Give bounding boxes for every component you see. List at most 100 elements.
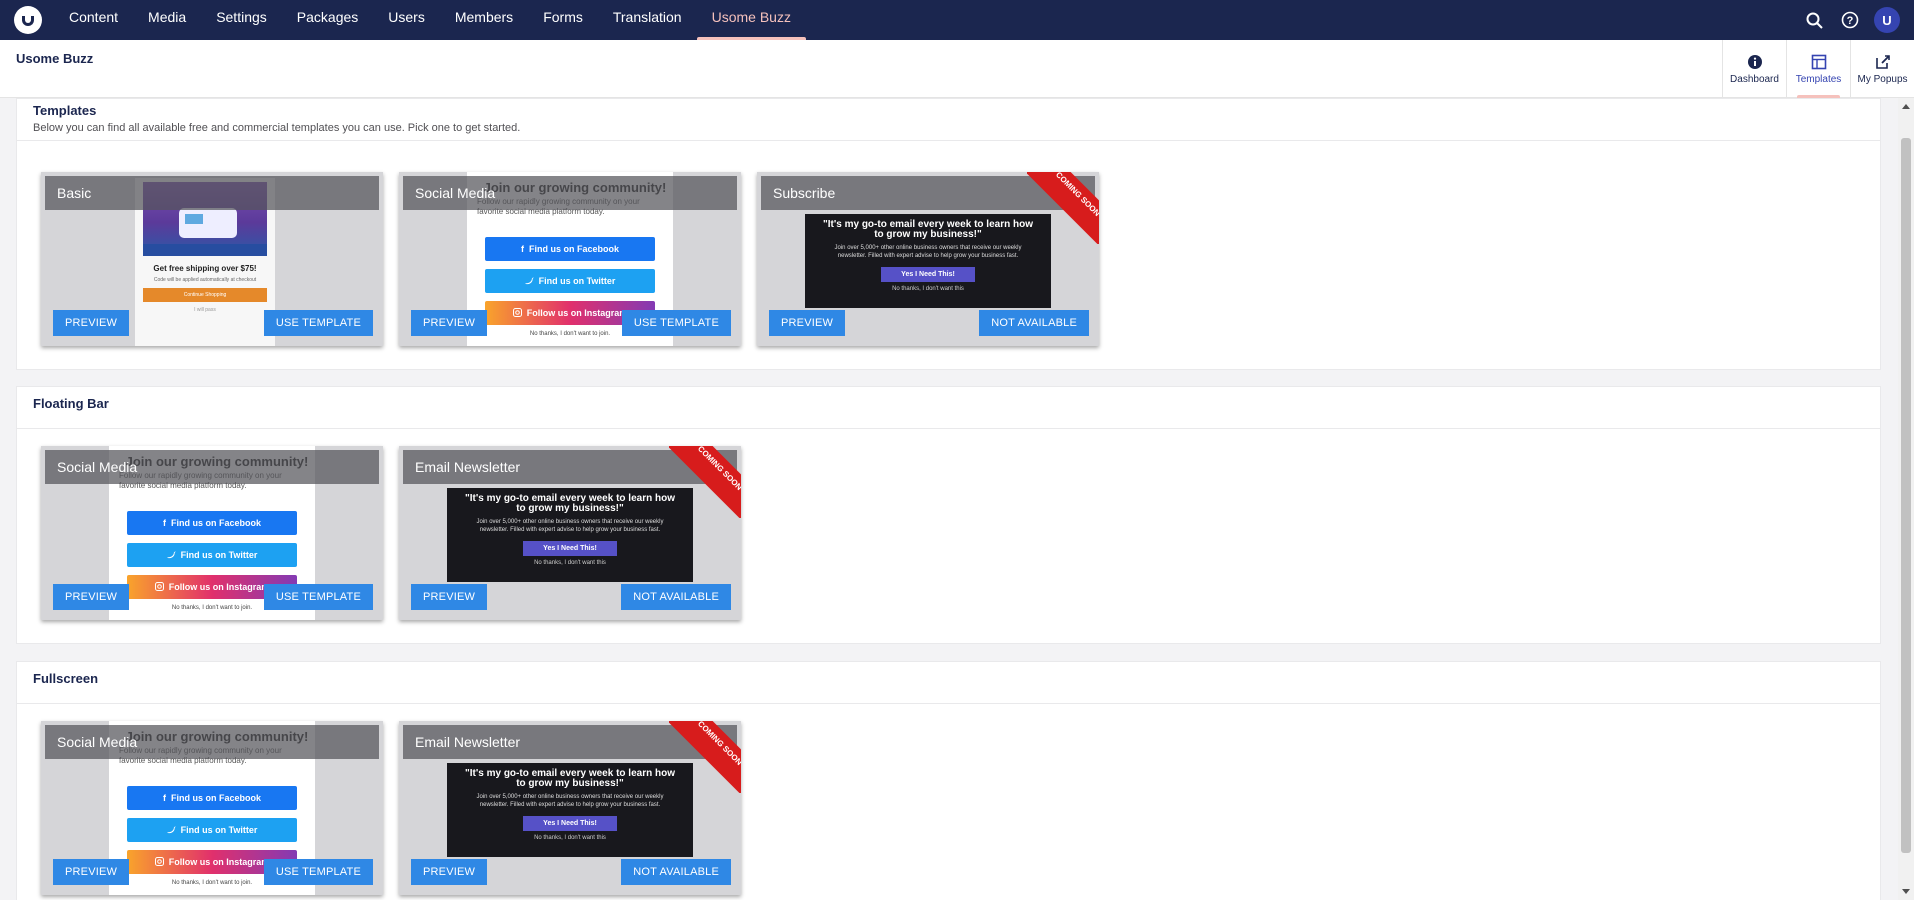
section-nav: Content Media Settings Packages Users Members… [54, 0, 807, 40]
section-title: Fullscreen [33, 671, 99, 686]
help-icon[interactable]: ? [1838, 8, 1862, 32]
template-name: Basic [45, 176, 379, 210]
template-card[interactable]: "It's my go-to email every week to learn… [399, 446, 741, 620]
preview-button[interactable]: PREVIEW [53, 310, 130, 336]
template-section: Floating Bar Join our growing community!F… [16, 386, 1881, 644]
preview-button[interactable]: PREVIEW [411, 859, 488, 885]
preview-subtitle: Join over 5,000+ other online business o… [476, 794, 664, 808]
preview-button[interactable]: PREVIEW [411, 584, 488, 610]
coming-soon-text: Coming Soon [1027, 172, 1099, 244]
preview-cta: Yes I Need This! [523, 816, 617, 831]
coming-soon-text: Coming Soon [669, 446, 741, 518]
tab-templates[interactable]: Templates [1786, 40, 1850, 98]
preview-dismiss: I will pass [194, 307, 216, 313]
section-header: Templates Below you can find all availabl… [17, 99, 1880, 141]
preview-dismiss: No thanks, I don't want this [892, 286, 964, 292]
twitter-icon [166, 551, 176, 559]
section-description: Below you can find all available free an… [33, 122, 521, 134]
info-icon [1747, 54, 1762, 69]
preview-facebook-label: Find us on Facebook [170, 793, 261, 803]
template-card[interactable]: "It's my go-to email every week to learn… [399, 721, 741, 895]
nav-item-users[interactable]: Users [373, 0, 440, 40]
preview-facebook-label: Find us on Facebook [528, 244, 619, 254]
page-title: Usome Buzz [16, 51, 94, 66]
tab-my-popups-label: My Popups [1857, 73, 1908, 85]
search-icon[interactable] [1802, 8, 1826, 32]
tab-my-popups[interactable]: My Popups [1850, 40, 1914, 98]
user-avatar[interactable]: U [1874, 7, 1900, 33]
nav-item-media[interactable]: Media [133, 0, 201, 40]
template-card[interactable]: Get free shipping over $75! Code will be … [41, 172, 383, 346]
not-available-button[interactable]: NOT AVAILABLE [979, 310, 1089, 336]
template-name: Social Media [45, 450, 379, 484]
preview-facebook-button: f Find us on Facebook [127, 786, 297, 810]
preview-subtitle: Join over 5,000+ other online business o… [834, 245, 1022, 259]
preview-twitter-label: Find us on Twitter [538, 276, 616, 286]
svg-text:?: ? [1847, 15, 1854, 27]
page-header: Usome Buzz Dashboard Templates My Popups [0, 40, 1914, 98]
preview-quote: "It's my go-to email every week to learn… [823, 219, 1033, 240]
email-popup-preview: "It's my go-to email every week to learn… [447, 488, 693, 582]
coming-soon-ribbon: Coming Soon [669, 446, 741, 518]
use-template-button[interactable]: USE TEMPLATE [621, 310, 731, 336]
preview-twitter-label: Find us on Twitter [180, 550, 258, 560]
scrollbar-thumb[interactable] [1901, 138, 1911, 853]
preview-subtitle: Join over 5,000+ other online business o… [476, 519, 664, 533]
preview-twitter-button: Find us on Twitter [127, 818, 297, 842]
top-navigation: Content Media Settings Packages Users Members… [0, 0, 1914, 40]
preview-cta: Continue Shopping [143, 288, 267, 302]
use-template-button[interactable]: USE TEMPLATE [263, 584, 373, 610]
preview-button[interactable]: PREVIEW [411, 310, 488, 336]
preview-cta: Yes I Need This! [881, 267, 975, 282]
coming-soon-ribbon: Coming Soon [1027, 172, 1099, 244]
section-header: Fullscreen [17, 662, 1880, 704]
preview-facebook-button: f Find us on Facebook [127, 511, 297, 535]
top-icons: ? U [1802, 0, 1900, 40]
preview-instagram-label: Follow us on Instagram [526, 308, 628, 318]
nav-item-packages[interactable]: Packages [282, 0, 373, 40]
template-card[interactable]: Join our growing community!Follow our ra… [41, 721, 383, 895]
scroll-down-icon[interactable] [1902, 889, 1910, 894]
not-available-button[interactable]: NOT AVAILABLE [621, 859, 731, 885]
preview-button[interactable]: PREVIEW [769, 310, 846, 336]
template-card[interactable]: "It's my go-to email every week to learn… [757, 172, 1099, 346]
section-title: Templates [33, 103, 97, 118]
preview-instagram-label: Follow us on Instagram [168, 582, 270, 592]
preview-twitter-label: Find us on Twitter [180, 825, 258, 835]
preview-twitter-button: Find us on Twitter [485, 269, 655, 293]
nav-item-usome-buzz[interactable]: Usome Buzz [696, 0, 807, 40]
use-template-button[interactable]: USE TEMPLATE [263, 859, 373, 885]
popup-edit-icon [1875, 54, 1890, 69]
preview-ground-graphic [143, 244, 267, 256]
scroll-up-icon[interactable] [1902, 104, 1910, 109]
preview-facebook-button: f Find us on Facebook [485, 237, 655, 261]
nav-item-forms[interactable]: Forms [528, 0, 598, 40]
instagram-icon [154, 857, 164, 866]
facebook-icon: f [520, 244, 524, 254]
email-popup-preview: "It's my go-to email every week to learn… [805, 214, 1051, 308]
tab-dashboard-label: Dashboard [1730, 73, 1779, 85]
template-card[interactable]: Join our growing community!Follow our ra… [399, 172, 741, 346]
template-name: Social Media [403, 176, 737, 210]
preview-dismiss: No thanks, I don't want this [534, 835, 606, 841]
templates-icon [1811, 54, 1826, 69]
preview-button[interactable]: PREVIEW [53, 584, 130, 610]
use-template-button[interactable]: USE TEMPLATE [263, 310, 373, 336]
nav-item-members[interactable]: Members [440, 0, 528, 40]
instagram-icon [154, 582, 164, 591]
coming-soon-text: Coming Soon [669, 721, 741, 793]
umbraco-logo-icon[interactable] [14, 6, 42, 34]
preview-button[interactable]: PREVIEW [53, 859, 130, 885]
nav-item-translation[interactable]: Translation [598, 0, 697, 40]
coming-soon-ribbon: Coming Soon [669, 721, 741, 793]
preview-dismiss: No thanks, I don't want this [534, 560, 606, 566]
nav-item-content[interactable]: Content [54, 0, 133, 40]
template-card[interactable]: Join our growing community!Follow our ra… [41, 446, 383, 620]
preview-facebook-label: Find us on Facebook [170, 518, 261, 528]
not-available-button[interactable]: NOT AVAILABLE [621, 584, 731, 610]
preview-quote: "It's my go-to email every week to learn… [465, 493, 675, 514]
nav-item-settings[interactable]: Settings [201, 0, 282, 40]
vertical-scrollbar[interactable] [1898, 98, 1914, 900]
section-title: Floating Bar [33, 396, 109, 411]
tab-dashboard[interactable]: Dashboard [1722, 40, 1786, 98]
